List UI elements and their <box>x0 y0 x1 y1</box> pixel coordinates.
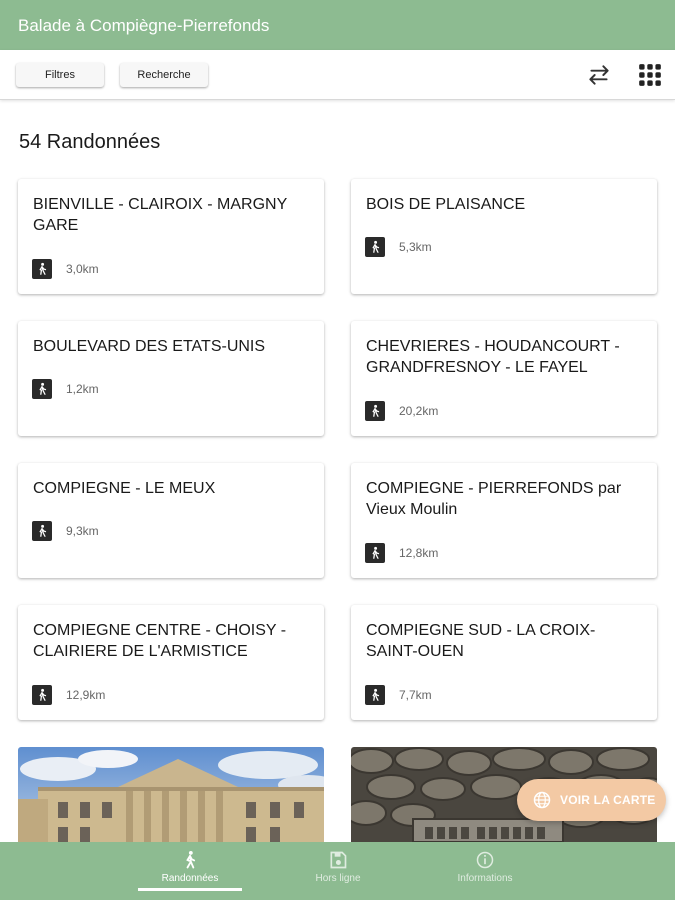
hike-card[interactable]: COMPIEGNE - PIERREFONDS par Vieux Moulin… <box>351 463 657 578</box>
hike-name: COMPIEGNE - PIERREFONDS par Vieux Moulin <box>366 480 622 518</box>
hike-name: COMPIEGNE SUD - LA CROIX-SAINT-OUEN <box>366 622 596 660</box>
active-tab-indicator <box>138 888 242 891</box>
hiker-icon <box>186 851 196 869</box>
hike-distance: 3,0km <box>66 262 99 276</box>
nav-item-hors-ligne[interactable]: Hors ligne <box>286 842 390 900</box>
walking-icon <box>365 237 385 257</box>
nav-label: Hors ligne <box>315 873 361 884</box>
hike-name: COMPIEGNE - LE MEUX <box>33 480 216 497</box>
hike-card[interactable]: COMPIEGNE SUD - LA CROIX-SAINT-OUEN 7,7k… <box>351 605 657 720</box>
walking-icon <box>32 685 52 705</box>
hike-meta: 20,2km <box>365 401 438 421</box>
hike-card[interactable]: CHEVRIERES - HOUDANCOURT - GRANDFRESNOY … <box>351 321 657 436</box>
toolbar: Filtres Recherche <box>0 50 675 100</box>
app-bar: Balade à Compiègne-Pierrefonds <box>0 0 675 50</box>
hike-name: BIENVILLE - CLAIROIX - MARGNY GARE <box>33 196 287 234</box>
globe-icon <box>533 791 551 809</box>
info-icon <box>476 851 494 869</box>
walking-icon <box>365 401 385 421</box>
app-title: Balade à Compiègne-Pierrefonds <box>18 16 270 35</box>
hike-card[interactable]: BOIS DE PLAISANCE 5,3km <box>351 179 657 294</box>
swap-arrows-icon[interactable] <box>586 62 612 88</box>
hike-meta: 5,3km <box>365 237 432 257</box>
hike-name: BOULEVARD DES ETATS-UNIS <box>33 338 266 355</box>
walking-icon <box>32 521 52 541</box>
nav-label: Randonnées <box>161 873 219 884</box>
nav-label: Informations <box>457 873 513 884</box>
walking-icon <box>365 543 385 563</box>
filters-button[interactable]: Filtres <box>16 63 104 87</box>
hike-meta: 12,9km <box>32 685 105 705</box>
hike-distance: 20,2km <box>399 404 439 418</box>
hike-distance: 12,8km <box>399 546 439 560</box>
search-button[interactable]: Recherche <box>120 63 208 87</box>
hike-name: BOIS DE PLAISANCE <box>366 196 526 213</box>
view-map-button[interactable]: VOIR LA CARTE <box>517 779 666 821</box>
hike-meta: 7,7km <box>365 685 432 705</box>
hike-name: CHEVRIERES - HOUDANCOURT - GRANDFRESNOY … <box>366 338 620 376</box>
save-icon <box>330 851 347 869</box>
hike-name: COMPIEGNE CENTRE - CHOISY - CLAIRIERE DE… <box>33 622 287 660</box>
hike-meta: 9,3km <box>32 521 99 541</box>
hike-distance: 7,7km <box>399 688 432 702</box>
palace-image <box>18 747 324 842</box>
hike-meta: 12,8km <box>365 543 438 563</box>
nav-item-informations[interactable]: Informations <box>433 842 537 900</box>
hike-distance: 12,9km <box>66 688 106 702</box>
hike-distance: 9,3km <box>66 524 99 538</box>
results-count: 54 Randonnées <box>19 131 161 153</box>
hike-card[interactable]: BOULEVARD DES ETATS-UNIS 1,2km <box>18 321 324 436</box>
view-map-label: VOIR LA CARTE <box>560 793 656 807</box>
walking-icon <box>32 259 52 279</box>
hike-card[interactable]: COMPIEGNE - LE MEUX 9,3km <box>18 463 324 578</box>
hike-card[interactable]: COMPIEGNE CENTRE - CHOISY - CLAIRIERE DE… <box>18 605 324 720</box>
nav-item-randonnees[interactable]: Randonnées <box>138 842 242 900</box>
hike-photo-palace[interactable] <box>18 747 324 842</box>
walking-icon <box>32 379 52 399</box>
bottom-navigation: Randonnées Hors ligne Informations <box>0 842 675 900</box>
hike-card[interactable]: BIENVILLE - CLAIROIX - MARGNY GARE 3,0km <box>18 179 324 294</box>
hike-meta: 3,0km <box>32 259 99 279</box>
walking-icon <box>365 685 385 705</box>
grid-view-icon[interactable] <box>637 62 663 88</box>
hike-meta: 1,2km <box>32 379 99 399</box>
hike-distance: 1,2km <box>66 382 99 396</box>
hike-distance: 5,3km <box>399 240 432 254</box>
